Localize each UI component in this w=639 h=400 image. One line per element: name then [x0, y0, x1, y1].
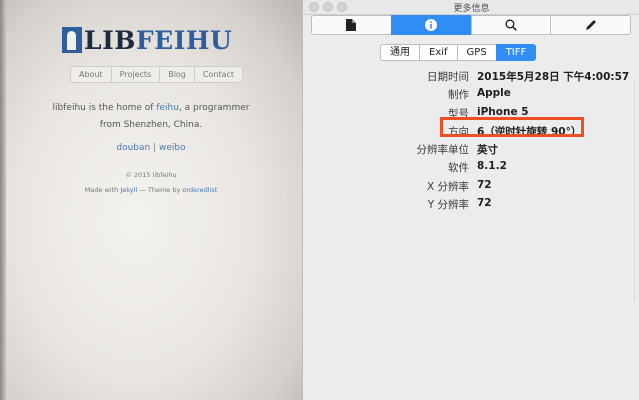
property-key: 分辨率单位 [416, 144, 470, 157]
property-key: 制作 [448, 89, 469, 102]
intro-line2: from Shenzhen, China. [99, 120, 203, 130]
keywords-tab[interactable] [470, 15, 551, 35]
property-key: Y 分辨率 [427, 199, 469, 212]
nav-blog: Blog [160, 67, 195, 82]
property-row: 分辨率单位 英寸 [303, 140, 639, 158]
nav-projects: Projects [112, 67, 161, 82]
property-row: X 分辨率 72 [303, 177, 639, 195]
tiff-properties: 日期时间 2015年5月28日 下午4:00:57 制作 Apple 型号 iP… [303, 67, 639, 213]
weibo-link: weibo [159, 143, 186, 153]
intro-post: , a programmer [178, 103, 250, 113]
property-value: 72 [477, 178, 492, 191]
tab-exif[interactable]: Exif [419, 44, 457, 61]
general-info-tab[interactable] [311, 15, 391, 35]
tab-general[interactable]: 通用 [380, 44, 419, 61]
pencil-icon [585, 20, 596, 30]
property-key: 软件 [448, 162, 469, 175]
intro-link: feihu [156, 103, 179, 113]
title-bar: 更多信息 [303, 0, 639, 15]
property-value: 英寸 [477, 144, 498, 157]
logo-text-feihu: FEIHU [135, 25, 233, 55]
credit-jekyll: Jekyll [120, 186, 138, 194]
site-logo: LIB FEIHU [62, 25, 233, 55]
scrollbar-track[interactable] [634, 80, 635, 300]
credit-mid: — Theme by [137, 186, 183, 194]
site-nav: About Projects Blog Contact [70, 66, 244, 83]
logo-text-lib: LIB [84, 25, 136, 55]
scrollbar[interactable] [630, 80, 639, 300]
property-key: 日期时间 [427, 71, 469, 83]
property-key: X 分辨率 [426, 180, 469, 193]
tab-tiff[interactable]: TIFF [495, 44, 537, 61]
info-icon [425, 19, 438, 31]
search-icon [505, 19, 517, 31]
property-value: Apple [477, 87, 511, 100]
window-title: 更多信息 [453, 4, 490, 14]
nav-about: About [71, 67, 112, 82]
theme-credit: Made with Jekyll — Theme by orderedlist [20, 186, 282, 194]
metadata-tabs: 通用 Exif GPS TIFF [380, 44, 537, 61]
logo-mark-icon [62, 27, 82, 53]
property-row: Y 分辨率 72 [303, 195, 639, 213]
inspector-toolbar [311, 15, 631, 37]
site-intro: libfeihu is the home of feihu, a program… [20, 100, 282, 134]
social-separator: | [150, 143, 159, 153]
property-row: 软件 8.1.2 [303, 158, 639, 176]
tab-gps[interactable]: GPS [456, 44, 496, 61]
credit-pre: Made with [84, 186, 121, 194]
nav-contact: Contact [202, 70, 235, 79]
orientation-highlight-box [440, 117, 584, 137]
social-links: douban | weibo [20, 143, 282, 153]
property-value: 8.1.2 [477, 160, 507, 173]
photo-preview: LIB FEIHU About Projects Blog Contact lib… [0, 0, 302, 400]
property-row: 制作 Apple [303, 85, 639, 103]
property-value: iPhone 5 [477, 105, 529, 118]
credit-theme: orderedlist [182, 186, 218, 194]
info-inspector-window: 更多信息 通用 Exif GPS TIFF 日期时间 2015年5月28日 下午… [302, 0, 639, 400]
property-row: 日期时间 2015年5月28日 下午4:00:57 [303, 67, 639, 85]
copyright: © 2015 libfeihu [125, 171, 177, 179]
douban-link: douban [116, 143, 151, 153]
photo-edge [0, 0, 6, 400]
annotate-tab[interactable] [550, 15, 631, 35]
intro-pre: libfeihu is the home of [52, 103, 157, 113]
document-icon [346, 19, 357, 31]
more-info-tab[interactable] [390, 15, 471, 35]
property-value: 2015年5月28日 下午4:00:57 [477, 71, 630, 83]
property-value: 72 [477, 197, 492, 210]
